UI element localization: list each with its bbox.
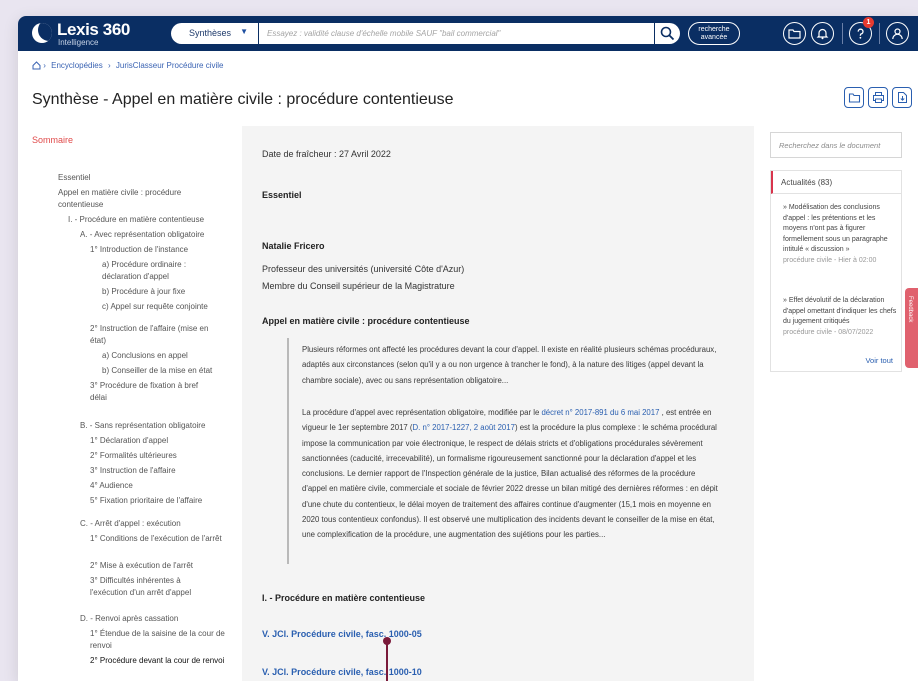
bell-icon — [816, 28, 829, 40]
brand-name: Lexis 360 — [57, 20, 130, 39]
toc-item[interactable]: D. - Renvoi après cassation — [80, 613, 230, 625]
toc-item[interactable]: 1° Conditions de l'exécution de l'arrêt — [90, 533, 224, 545]
toc-item[interactable]: b) Procédure à jour fixe — [102, 286, 230, 298]
decree-link[interactable]: D. n° 2017-1227, 2 août 2017 — [413, 423, 515, 432]
app-window: Lexis 360 Intelligence Synthèses ▼ reche… — [18, 16, 918, 681]
reference-link[interactable]: V. JCl. Procédure civile, fasc. 1000-05 — [262, 629, 422, 639]
pointer-indicator — [383, 637, 391, 681]
toc-item[interactable]: B. - Sans représentation obligatoire — [80, 420, 230, 432]
toc-item[interactable]: a) Conclusions en appel — [102, 350, 230, 362]
search-input[interactable] — [259, 23, 654, 44]
notification-badge: 1 — [863, 17, 874, 28]
quote-text: La procédure d'appel avec représentation… — [302, 408, 542, 417]
toc-item[interactable]: 5° Fixation prioritaire de l'affaire — [90, 495, 230, 507]
news-item-meta: procédure civile - 08/07/2022 — [783, 328, 874, 336]
folder-button[interactable] — [783, 22, 806, 45]
document-search-input[interactable] — [770, 132, 902, 158]
breadcrumb-separator: › — [107, 61, 111, 70]
toc-item[interactable]: 2° Instruction de l'affaire (mise en éta… — [90, 323, 226, 347]
news-item[interactable]: » Modélisation des conclusions d'appel :… — [783, 203, 899, 266]
news-item-meta: procédure civile - Hier à 02:00 — [783, 256, 877, 264]
news-panel: Actualités (83) » Modélisation des concl… — [770, 170, 902, 372]
print-icon — [873, 92, 884, 103]
essentiel-heading: Essentiel — [262, 190, 302, 200]
page-title: Synthèse - Appel en matière civile : pro… — [32, 91, 454, 108]
toc-item[interactable]: Essentiel — [58, 172, 218, 184]
print-button[interactable] — [868, 87, 888, 108]
notifications-button[interactable] — [811, 22, 834, 45]
breadcrumb-item[interactable]: Encyclopédies — [51, 61, 103, 70]
search-scope-label: Synthèses — [189, 28, 232, 38]
sommaire-panel: Sommaire Essentiel Appel en matière civi… — [18, 126, 232, 681]
user-icon — [892, 28, 903, 40]
quote-paragraph: La procédure d'appel avec représentation… — [302, 405, 722, 543]
toc-item[interactable]: 3° Procédure de fixation à bref délai — [90, 380, 212, 404]
document-content: Date de fraîcheur : 27 Avril 2022 Essent… — [242, 126, 754, 681]
caret-down-icon: ▼ — [240, 27, 248, 36]
toc-item[interactable]: 3° Difficultés inhérentes à l'exécution … — [90, 575, 220, 599]
account-button[interactable] — [886, 22, 909, 45]
top-navigation-bar: Lexis 360 Intelligence Synthèses ▼ reche… — [18, 16, 918, 51]
part-heading: I. - Procédure en matière contentieuse — [262, 593, 426, 603]
advanced-search-button[interactable]: recherche avancée — [688, 22, 740, 45]
feedback-label: Feedback — [907, 296, 913, 323]
author-role: Membre du Conseil supérieur de la Magist… — [262, 281, 455, 291]
help-icon — [857, 28, 864, 39]
brand-subtitle: Intelligence — [58, 38, 99, 47]
header-divider — [842, 23, 843, 44]
folder-icon — [848, 93, 861, 103]
toc-item[interactable]: 2° Formalités ultérieures — [90, 450, 230, 462]
folder-icon — [788, 29, 801, 39]
toc-item[interactable]: 1° Introduction de l'instance — [90, 244, 230, 256]
toc-item[interactable]: I. - Procédure en matière contentieuse — [68, 214, 228, 226]
download-icon — [898, 92, 907, 103]
home-icon[interactable] — [32, 61, 41, 70]
see-all-link[interactable]: Voir tout — [865, 356, 893, 365]
summary-quote: Plusieurs réformes ont affecté les procé… — [287, 338, 727, 564]
header-divider — [879, 23, 880, 44]
lexis-logo[interactable]: Lexis 360 Intelligence — [32, 20, 182, 47]
news-item[interactable]: » Effet dévolutif de la déclaration d'ap… — [783, 296, 899, 338]
toc-item[interactable]: 1° Étendue de la saisine de la cour de r… — [90, 628, 230, 652]
toc-item[interactable]: 3° Instruction de l'affaire — [90, 465, 230, 477]
search-scope-select[interactable]: Synthèses ▼ — [171, 23, 258, 44]
breadcrumb-item[interactable]: JurisClasseur Procédure civile — [116, 61, 224, 70]
toc-item[interactable]: A. - Avec représentation obligatoire — [80, 229, 230, 241]
search-icon — [660, 26, 675, 41]
news-item-text: » Effet dévolutif de la déclaration d'ap… — [783, 297, 897, 325]
toc-item[interactable]: c) Appel sur requête conjointe — [102, 301, 230, 313]
toc-item[interactable]: C. - Arrêt d'appel : exécution — [80, 518, 230, 530]
logo-mark-icon — [32, 23, 52, 43]
breadcrumb-separator: › — [43, 61, 46, 70]
toc-item-active[interactable]: 2° Procédure devant la cour de renvoi — [90, 655, 230, 667]
add-to-folder-button[interactable] — [844, 87, 864, 108]
search-button[interactable] — [654, 23, 680, 44]
quote-paragraph: Plusieurs réformes ont affecté les procé… — [302, 345, 717, 385]
sommaire-title: Sommaire — [32, 135, 74, 145]
author-name: Natalie Fricero — [262, 241, 325, 251]
toc-item[interactable]: 1° Déclaration d'appel — [90, 435, 230, 447]
reference-link[interactable]: V. JCl. Procédure civile, fasc. 1000-10 — [262, 667, 422, 677]
decree-link[interactable]: décret n° 2017-891 du 6 mai 2017 — [541, 408, 659, 417]
section-heading: Appel en matière civile : procédure cont… — [262, 316, 470, 326]
download-button[interactable] — [892, 87, 912, 108]
news-title[interactable]: Actualités (83) — [771, 171, 901, 194]
feedback-tab[interactable]: Feedback — [905, 288, 918, 368]
toc-item[interactable]: b) Conseiller de la mise en état — [102, 365, 232, 377]
quote-text: ) est la procédure la plus complexe : le… — [302, 423, 718, 540]
author-role: Professeur des universités (université C… — [262, 264, 465, 274]
toc-item[interactable]: a) Procédure ordinaire : déclaration d'a… — [102, 259, 212, 283]
toc-item[interactable]: Appel en matière civile : procédure cont… — [58, 187, 218, 211]
news-item-text: » Modélisation des conclusions d'appel :… — [783, 204, 888, 253]
freshness-date: Date de fraîcheur : 27 Avril 2022 — [262, 149, 391, 159]
toc-item[interactable]: 4° Audience — [90, 480, 230, 492]
toc-item[interactable]: 2° Mise à exécution de l'arrêt — [90, 560, 230, 572]
breadcrumb: › Encyclopédies › JurisClasseur Procédur… — [32, 61, 226, 70]
